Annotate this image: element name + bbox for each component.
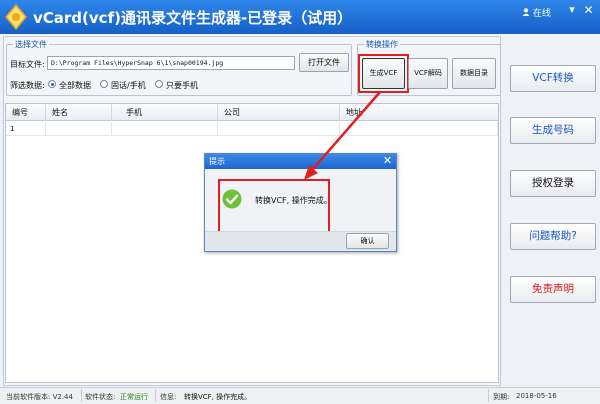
status-separator: [488, 389, 489, 402]
info-value: 转换VCF, 操作完成。: [184, 393, 252, 401]
radio-landline-mobile[interactable]: [100, 80, 108, 88]
dialog-title-bar: [205, 154, 396, 169]
online-status[interactable]: 在线: [522, 6, 551, 19]
column-header-mobile[interactable]: 手机: [112, 104, 218, 121]
online-label: 在线: [532, 9, 551, 19]
version-label: 当前软件版本: V2.44: [6, 393, 73, 401]
dialog-close-button[interactable]: ✕: [381, 154, 394, 168]
convert-group-title: 转换操作: [364, 39, 400, 50]
generate-numbers-button[interactable]: 生成号码: [510, 117, 596, 144]
close-button[interactable]: ✕: [582, 4, 595, 17]
radio-all-data-label: 全部数据: [59, 81, 91, 90]
state-label: 软件状态:: [85, 393, 116, 401]
minimize-button[interactable]: ▾: [566, 4, 578, 17]
highlight-box-message: [218, 179, 330, 238]
table-cell-address[interactable]: [340, 122, 498, 136]
target-file-label: 目标文件:: [10, 60, 45, 69]
open-file-button[interactable]: 打开文件: [299, 53, 349, 72]
confirm-button[interactable]: 确认: [346, 233, 389, 249]
status-separator: [155, 389, 156, 402]
info-label: 信息:: [160, 393, 177, 401]
vcf-decode-button[interactable]: VCF解码: [408, 58, 448, 89]
disclaimer-button[interactable]: 免责声明: [510, 276, 596, 303]
file-group-title: 选择文件: [13, 39, 49, 50]
help-button[interactable]: 问题帮助?: [510, 223, 596, 250]
filter-label: 筛选数据:: [10, 81, 45, 90]
window-title: vCard(vcf)通讯录文件生成器-已登录（试用）: [33, 9, 353, 27]
column-header-company[interactable]: 公司: [218, 104, 340, 121]
app-logo-icon: [5, 3, 27, 31]
license-login-button[interactable]: 授权登录: [510, 170, 596, 197]
table-cell-id[interactable]: 1: [6, 122, 46, 136]
expire-value: 2018-05-16: [516, 392, 557, 400]
state-value: 正常运行: [120, 393, 148, 401]
radio-mobile-only[interactable]: [155, 80, 163, 88]
radio-mobile-only-label: 只要手机: [166, 81, 198, 90]
radio-landline-mobile-label: 固话/手机: [111, 81, 146, 90]
data-directory-button[interactable]: 数据目录: [452, 58, 496, 89]
table-cell-name[interactable]: [46, 122, 112, 136]
radio-all-data[interactable]: [48, 80, 56, 88]
status-separator: [81, 389, 82, 402]
user-icon: [522, 8, 530, 16]
expire-label: 到期:: [493, 393, 510, 401]
column-header-id[interactable]: 编号: [6, 104, 46, 121]
column-header-address[interactable]: 地址: [340, 104, 498, 121]
table-cell-company[interactable]: [218, 122, 340, 136]
dialog-title: 提示: [209, 157, 225, 166]
highlight-box-generate: [358, 54, 409, 93]
table-cell-mobile[interactable]: [112, 122, 218, 136]
target-file-input[interactable]: D:\Program Files\HyperSnap 6\1\snap00194…: [47, 56, 295, 70]
vcf-convert-button[interactable]: VCF转换: [510, 65, 596, 92]
column-header-name[interactable]: 姓名: [46, 104, 112, 121]
